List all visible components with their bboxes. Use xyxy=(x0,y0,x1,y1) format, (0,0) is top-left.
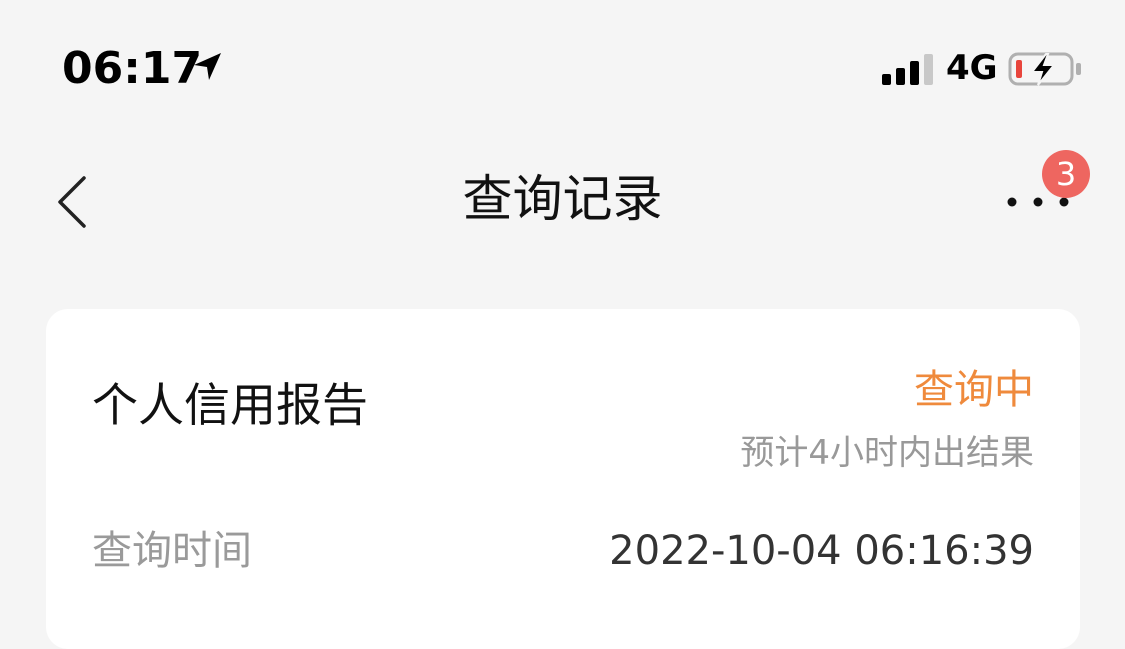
record-status: 查询中 xyxy=(914,367,1034,413)
page-title: 查询记录 xyxy=(462,170,663,228)
location-arrow-icon xyxy=(194,53,221,80)
status-bar: 06:17 4G xyxy=(0,0,1125,130)
navigation-bar: 查询记录 xyxy=(0,130,1125,270)
query-record-card[interactable]: 个人信用报告 查询中 预计4小时内出结果 查询时间 2022-10-04 06:… xyxy=(46,309,1080,649)
record-status-hint: 预计4小时内出结果 xyxy=(740,433,1034,473)
status-time: 06:17 xyxy=(62,43,203,94)
query-time-label: 查询时间 xyxy=(92,528,252,574)
notification-badge: 3 xyxy=(1042,150,1090,198)
battery-charging-icon xyxy=(1008,52,1081,86)
cellular-signal-icon xyxy=(882,54,933,85)
record-title: 个人信用报告 xyxy=(92,378,368,432)
query-time-value: 2022-10-04 06:16:39 xyxy=(609,528,1034,574)
network-type: 4G xyxy=(946,48,998,88)
